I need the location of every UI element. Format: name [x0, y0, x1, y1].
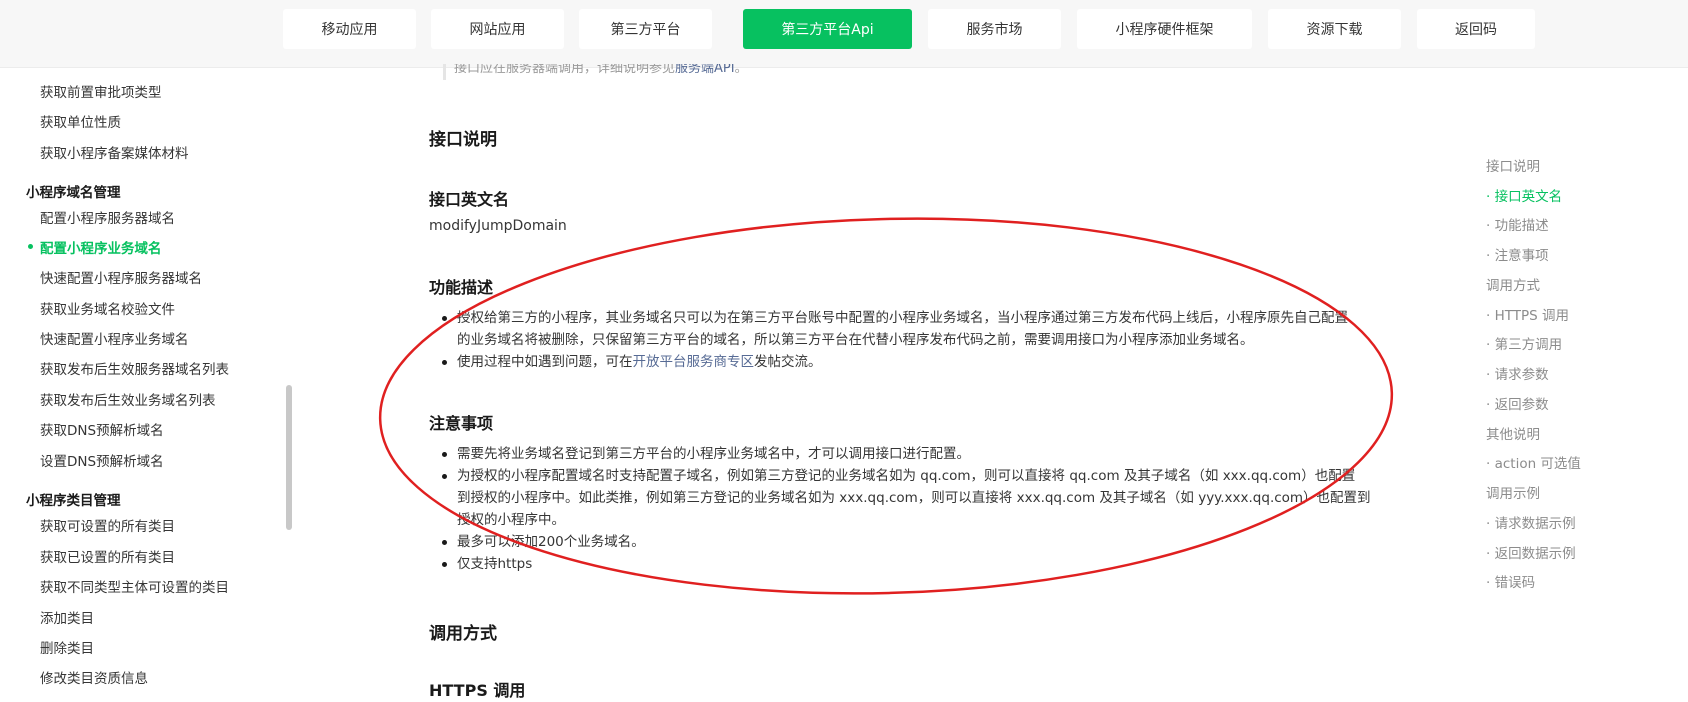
sidebar-item-unit-nature[interactable]: 获取单位性质 [40, 111, 121, 131]
tab-third-party-api[interactable]: 第三方平台Api [743, 9, 912, 49]
sidebar-item-quick-business-domain[interactable]: 快速配置小程序业务域名 [40, 328, 189, 348]
list-item: 最多可以添加200个业务域名。 [442, 531, 1387, 553]
function-item-1-line-2: 的业务域名将被删除，只保留第三方平台的域名，所以第三方平台在代替小程序发布代码之… [457, 332, 1254, 348]
tab-hardware-framework[interactable]: 小程序硬件框架 [1077, 9, 1252, 49]
sidebar-item-quick-server-domain[interactable]: 快速配置小程序服务器域名 [40, 267, 202, 287]
sidebar-group-category: 小程序类目管理 [26, 493, 121, 509]
tab-mobile-app[interactable]: 移动应用 [283, 9, 416, 49]
heading-notes: 注意事项 [429, 414, 494, 433]
note-item-2-line-1: 为授权的小程序配置域名时支持配置子域名，例如第三方登记的业务域名如为 qq.co… [457, 468, 1356, 484]
sidebar-item-delete-category[interactable]: 删除类目 [40, 637, 94, 657]
toc-item-response-example[interactable]: · 返回数据示例 [1486, 542, 1576, 562]
api-note-suffix: 。 [734, 64, 748, 76]
tab-website-app[interactable]: 网站应用 [431, 9, 564, 49]
sidebar-item-server-domain[interactable]: 配置小程序服务器域名 [40, 207, 175, 227]
toc-item-api-description[interactable]: 接口说明 [1486, 155, 1540, 175]
tab-third-party-platform[interactable]: 第三方平台 [579, 9, 712, 49]
function-item-1-line-1: 授权给第三方的小程序，其业务域名只可以为在第三方平台账号中配置的小程序业务域名，… [457, 310, 1348, 326]
active-dot-icon [28, 244, 33, 249]
list-item: 为授权的小程序配置域名时支持配置子域名，例如第三方登记的业务域名如为 qq.co… [442, 465, 1387, 531]
server-api-link[interactable]: 服务端API [675, 64, 735, 76]
tab-return-codes[interactable]: 返回码 [1417, 9, 1535, 49]
toc-item-https-call[interactable]: · HTTPS 调用 [1486, 304, 1569, 324]
toc-item-request-params[interactable]: · 请求参数 [1486, 363, 1549, 383]
top-navigation: 移动应用 网站应用 第三方平台 第三方平台Api 服务市场 小程序硬件框架 资源… [0, 0, 1688, 68]
list-item: 使用过程中如遇到问题，可在开放平台服务商专区发帖交流。 [442, 351, 1387, 373]
toc-item-return-params[interactable]: · 返回参数 [1486, 393, 1549, 413]
toc-item-call-method[interactable]: 调用方式 [1486, 274, 1540, 294]
api-note-text: 接口应在服务器端调用，详细说明参见 [454, 64, 676, 76]
sidebar-item-prerequisite-types[interactable]: 获取前置审批项类型 [40, 81, 162, 101]
note-item-4: 仅支持https [457, 556, 533, 572]
function-description-list: 授权给第三方的小程序，其业务域名只可以为在第三方平台账号中配置的小程序业务域名，… [442, 307, 1387, 373]
sidebar-item-all-categories[interactable]: 获取可设置的所有类目 [40, 515, 175, 535]
note-item-1: 需要先将业务域名登记到第三方平台的小程序业务域名中，才可以调用接口进行配置。 [457, 446, 970, 462]
toc-item-notes[interactable]: · 注意事项 [1486, 244, 1549, 264]
note-item-2-line-3: 授权的小程序中。 [457, 512, 565, 528]
sidebar-item-effective-business-domains[interactable]: 获取发布后生效业务域名列表 [40, 389, 216, 409]
sidebar: 获取前置审批项类型 获取单位性质 获取小程序备案媒体材料 小程序域名管理 配置小… [0, 69, 285, 702]
toc-item-other-notes[interactable]: 其他说明 [1486, 423, 1540, 443]
sidebar-item-get-dns-prefetch[interactable]: 获取DNS预解析域名 [40, 419, 164, 439]
function-item-2-suffix: 发帖交流。 [754, 354, 822, 370]
toc-item-error-codes[interactable]: · 错误码 [1486, 571, 1535, 591]
list-item: 需要先将业务域名登记到第三方平台的小程序业务域名中，才可以调用接口进行配置。 [442, 443, 1387, 465]
sidebar-item-filing-media[interactable]: 获取小程序备案媒体材料 [40, 142, 189, 162]
note-item-3: 最多可以添加200个业务域名。 [457, 534, 645, 550]
notes-list: 需要先将业务域名登记到第三方平台的小程序业务域名中，才可以调用接口进行配置。 为… [442, 443, 1387, 575]
sidebar-item-business-domain[interactable]: 配置小程序业务域名 [40, 237, 162, 257]
api-note-quote: 接口应在服务器端调用，详细说明参见服务端API。 [443, 64, 1143, 80]
sidebar-item-categories-by-type[interactable]: 获取不同类型主体可设置的类目 [40, 576, 229, 596]
note-item-2-line-2: 到授权的小程序中。如此类推，例如第三方登记的业务域名如为 xxx.qq.com，… [457, 490, 1371, 506]
sidebar-item-modify-qualification[interactable]: 修改类目资质信息 [40, 667, 148, 687]
sidebar-item-set-dns-prefetch[interactable]: 设置DNS预解析域名 [40, 450, 164, 470]
toc-item-call-examples[interactable]: 调用示例 [1486, 482, 1540, 502]
toc-item-english-name[interactable]: · 接口英文名 [1486, 185, 1562, 205]
tab-service-market[interactable]: 服务市场 [928, 9, 1061, 49]
sidebar-item-effective-server-domains[interactable]: 获取发布后生效服务器域名列表 [40, 358, 229, 378]
toc-item-third-party-call[interactable]: · 第三方调用 [1486, 333, 1562, 353]
list-item: 授权给第三方的小程序，其业务域名只可以为在第三方平台账号中配置的小程序业务域名，… [442, 307, 1387, 351]
sidebar-scrollbar-thumb[interactable] [286, 385, 292, 530]
sidebar-group-domain: 小程序域名管理 [26, 185, 121, 201]
sidebar-item-domain-verify-file[interactable]: 获取业务域名校验文件 [40, 298, 175, 318]
function-item-2-text: 使用过程中如遇到问题，可在 [457, 354, 633, 370]
heading-https-call: HTTPS 调用 [429, 681, 526, 700]
toc-item-action-values[interactable]: · action 可选值 [1486, 452, 1581, 472]
sidebar-item-add-category[interactable]: 添加类目 [40, 607, 94, 627]
toc-item-request-example[interactable]: · 请求数据示例 [1486, 512, 1576, 532]
tab-downloads[interactable]: 资源下载 [1268, 9, 1401, 49]
toc-item-function-description[interactable]: · 功能描述 [1486, 214, 1549, 234]
heading-english-name: 接口英文名 [429, 190, 510, 209]
list-item: 仅支持https [442, 553, 1387, 575]
api-english-name: modifyJumpDomain [429, 218, 567, 234]
section-heading-api-description: 接口说明 [429, 130, 497, 150]
sidebar-item-set-categories[interactable]: 获取已设置的所有类目 [40, 546, 175, 566]
heading-function-description: 功能描述 [429, 278, 494, 297]
service-provider-zone-link[interactable]: 开放平台服务商专区 [633, 354, 755, 370]
section-heading-call-method: 调用方式 [429, 624, 497, 644]
